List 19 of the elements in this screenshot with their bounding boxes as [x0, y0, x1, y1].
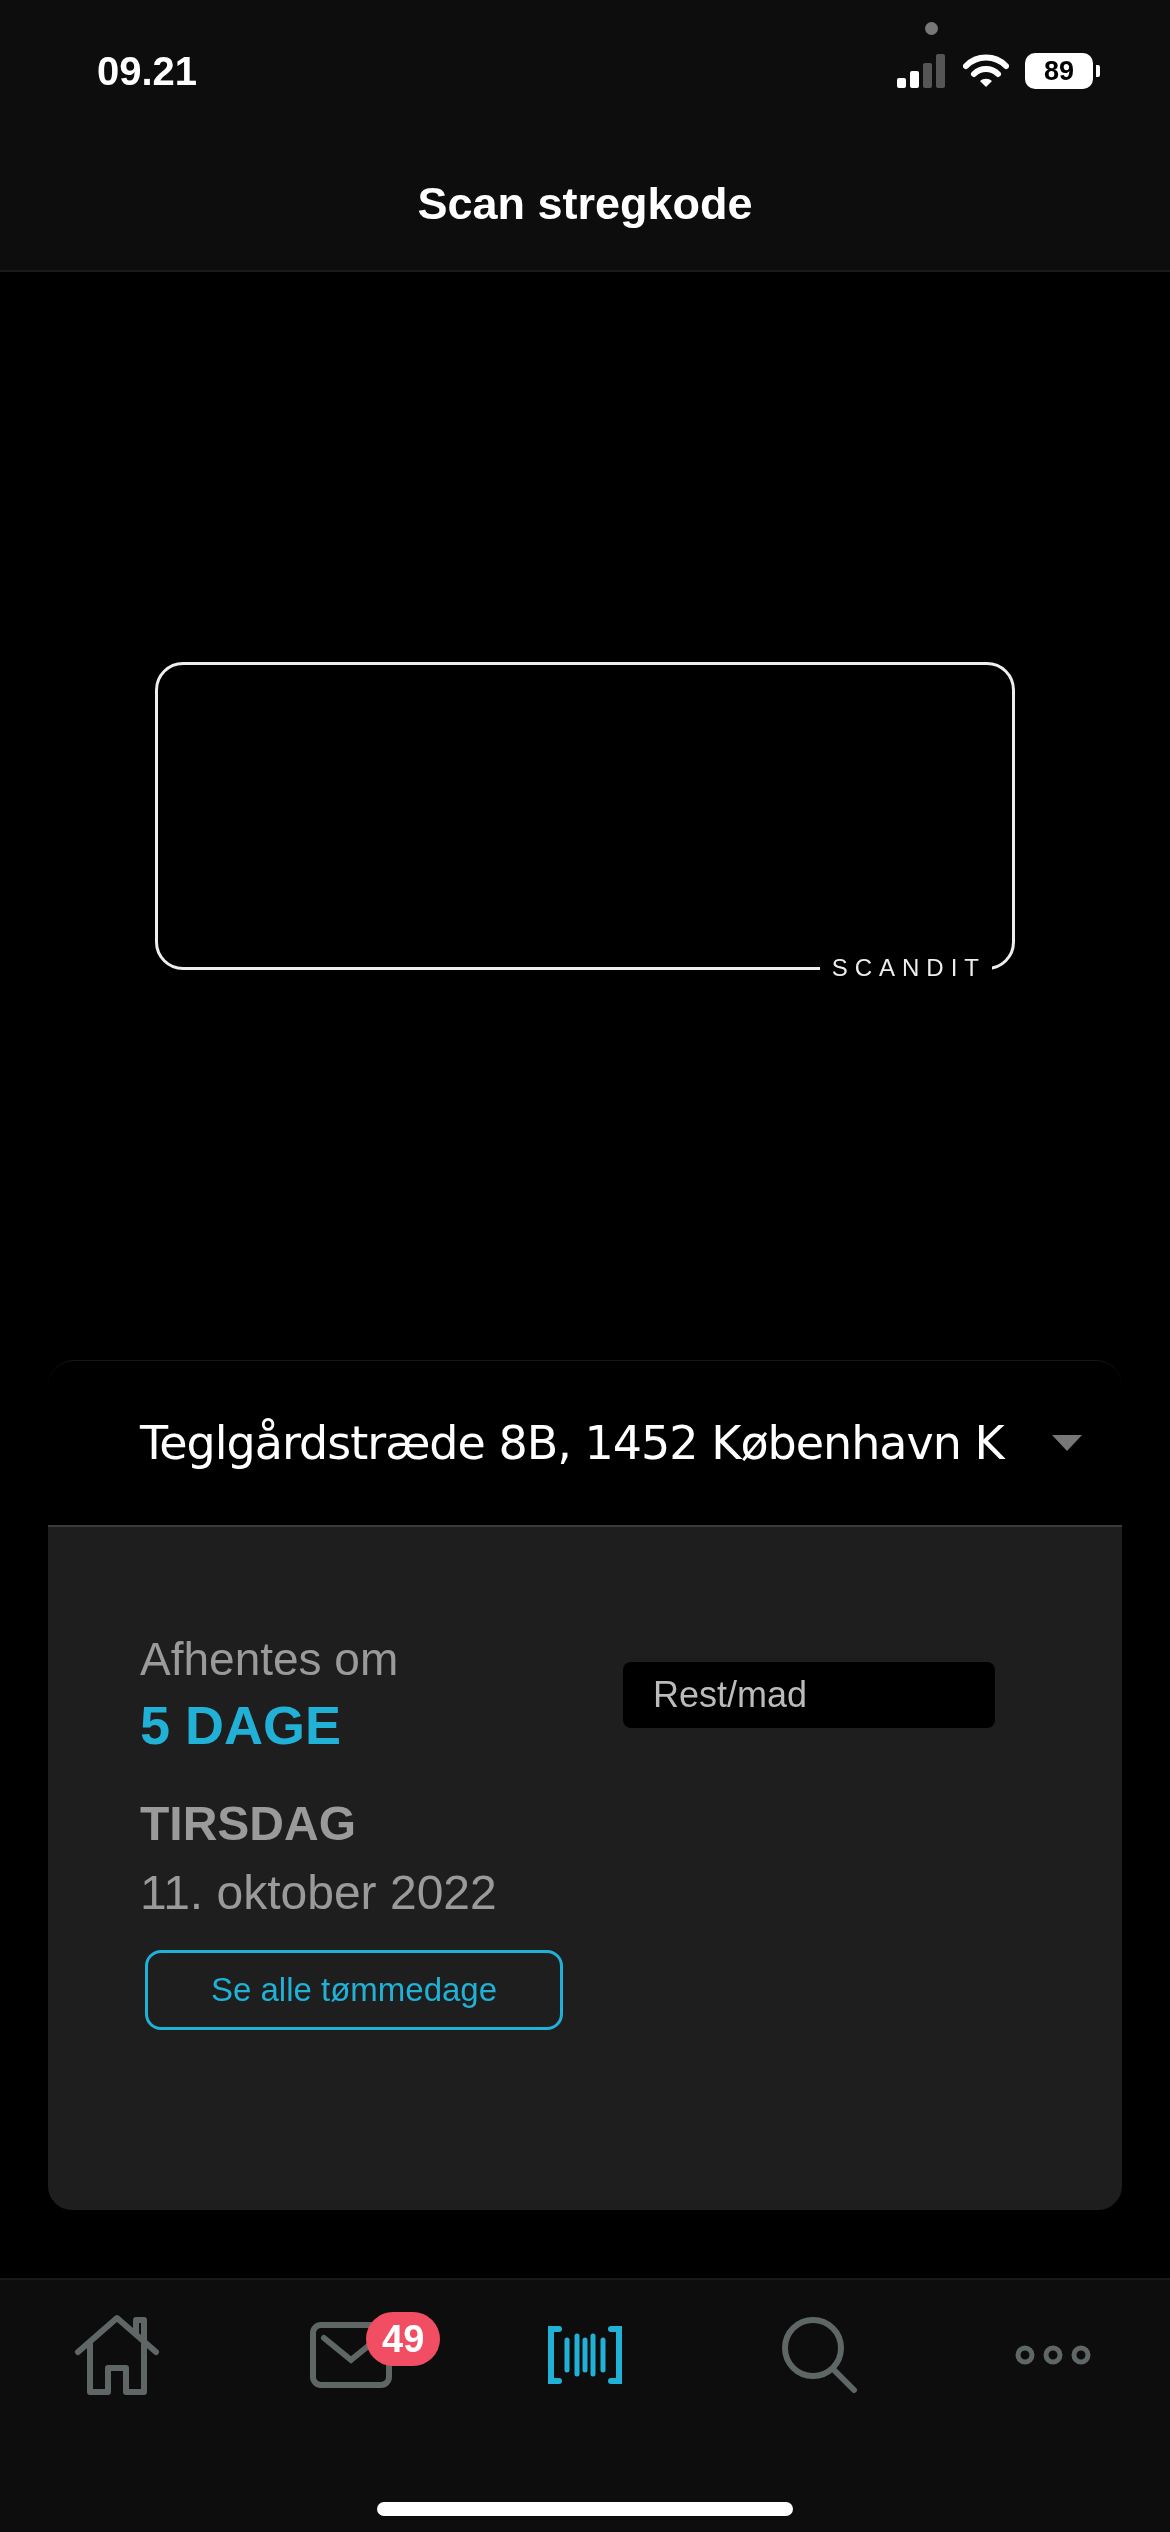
camera-indicator-icon	[925, 22, 938, 35]
pickup-countdown: 5 DAGE	[140, 1694, 342, 1756]
dropdown-caret-icon	[1052, 1435, 1082, 1451]
pickup-date: 11. oktober 2022	[140, 1865, 497, 1920]
waste-category-tag: Rest/mad	[623, 1662, 995, 1728]
pickup-label: Afhentes om	[140, 1632, 399, 1686]
pickup-weekday: TIRSDAG	[140, 1796, 356, 1851]
all-pickup-days-button[interactable]: Se alle tømmedage	[145, 1950, 563, 2030]
address-dropdown[interactable]: Teglgårdstræde 8B, 1452 København K	[48, 1361, 1122, 1525]
unread-count-badge: 49	[366, 2312, 441, 2366]
signal-icon	[897, 54, 947, 88]
barcode-scan-icon	[547, 2326, 623, 2384]
more-icon	[1015, 2345, 1091, 2365]
search-icon	[780, 2315, 858, 2395]
wifi-icon	[963, 54, 1009, 88]
screen-title: Scan stregkode	[417, 178, 753, 230]
tab-button[interactable]: 49	[234, 2280, 468, 2430]
home-icon	[74, 2314, 160, 2396]
status-time: 09.21	[97, 48, 199, 94]
